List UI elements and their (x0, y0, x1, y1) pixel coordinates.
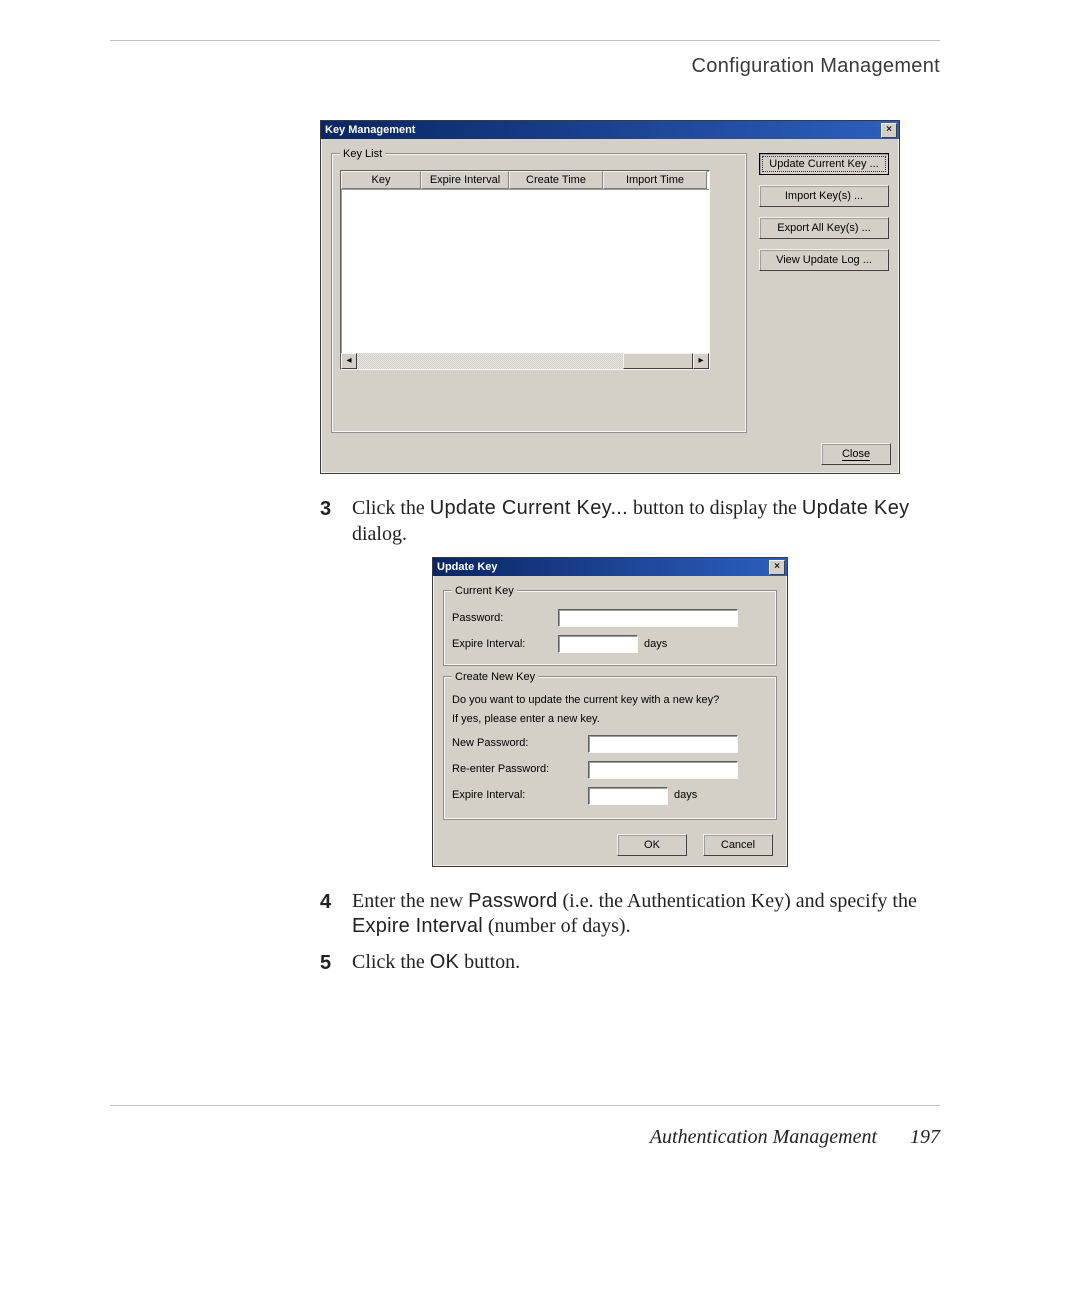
step-number: 5 (320, 950, 352, 977)
footer-section: Authentication Management (650, 1126, 877, 1148)
import-keys-button[interactable]: Import Key(s) ... (759, 185, 889, 207)
expire-interval-field[interactable] (558, 635, 638, 653)
export-all-keys-button[interactable]: Export All Key(s) ... (759, 217, 889, 239)
key-management-dialog: Key Management × Key List Key Expire Int… (320, 120, 900, 474)
create-new-key-groupbox: Create New Key Do you want to update the… (443, 676, 777, 820)
if-yes-text: If yes, please enter a new key. (452, 712, 768, 727)
col-import-time[interactable]: Import Time (603, 171, 707, 189)
close-icon[interactable]: × (881, 123, 897, 138)
page-number: 197 (910, 1126, 940, 1148)
expire-interval-label-2: Expire Interval: (452, 788, 582, 803)
key-list-legend: Key List (340, 147, 385, 162)
page-footer: Authentication Management 197 (110, 1124, 940, 1151)
col-expire-interval[interactable]: Expire Interval (421, 171, 509, 189)
scroll-left-icon[interactable]: ◂ (341, 353, 357, 369)
bottom-rule (110, 1105, 940, 1106)
page-header: Configuration Management (110, 53, 940, 80)
step-number: 4 (320, 889, 352, 940)
reenter-password-label: Re-enter Password: (452, 762, 582, 777)
update-current-key-button[interactable]: Update Current Key ... (759, 153, 889, 175)
step-text: Click the OK button. (352, 950, 920, 977)
key-list-table: Key Expire Interval Create Time Import T… (340, 170, 710, 370)
current-key-legend: Current Key (452, 584, 517, 599)
scroll-thumb[interactable] (623, 353, 693, 369)
expire-interval-field-2[interactable] (588, 787, 668, 805)
days-label-2: days (674, 788, 697, 803)
new-password-label: New Password: (452, 736, 582, 751)
new-password-field[interactable] (588, 735, 738, 753)
days-label: days (644, 637, 667, 652)
update-question: Do you want to update the current key wi… (452, 693, 768, 708)
update-key-dialog: Update Key × Current Key Password: Expir… (432, 557, 788, 867)
password-label: Password: (452, 611, 552, 626)
create-new-key-legend: Create New Key (452, 670, 538, 685)
view-update-log-button[interactable]: View Update Log ... (759, 249, 889, 271)
dialog-title: Update Key (437, 560, 498, 575)
step-5: 5 Click the OK button. (320, 950, 920, 977)
step-text: Enter the new Password (i.e. the Authent… (352, 889, 920, 940)
close-icon[interactable]: × (769, 560, 785, 575)
current-key-groupbox: Current Key Password: Expire Interval: d… (443, 590, 777, 666)
step-number: 3 (320, 496, 352, 547)
password-field[interactable] (558, 609, 738, 627)
reenter-password-field[interactable] (588, 761, 738, 779)
step-text: Click the Update Current Key... button t… (352, 496, 920, 547)
step-4: 4 Enter the new Password (i.e. the Authe… (320, 889, 920, 940)
close-button[interactable]: Close (821, 443, 891, 465)
cancel-button[interactable]: Cancel (703, 834, 773, 856)
dialog-title-bar: Update Key × (433, 558, 787, 576)
horizontal-scrollbar[interactable]: ◂ ▸ (341, 353, 709, 369)
scroll-track[interactable] (357, 353, 693, 369)
ok-button[interactable]: OK (617, 834, 687, 856)
table-header: Key Expire Interval Create Time Import T… (341, 171, 709, 190)
col-create-time[interactable]: Create Time (509, 171, 603, 189)
top-rule (110, 40, 940, 41)
step-3: 3 Click the Update Current Key... button… (320, 496, 920, 547)
key-list-groupbox: Key List Key Expire Interval Create Time… (331, 153, 747, 433)
scroll-right-icon[interactable]: ▸ (693, 353, 709, 369)
col-key[interactable]: Key (341, 171, 421, 189)
dialog-title-bar: Key Management × (321, 121, 899, 139)
expire-interval-label: Expire Interval: (452, 637, 552, 652)
dialog-title: Key Management (325, 123, 415, 138)
